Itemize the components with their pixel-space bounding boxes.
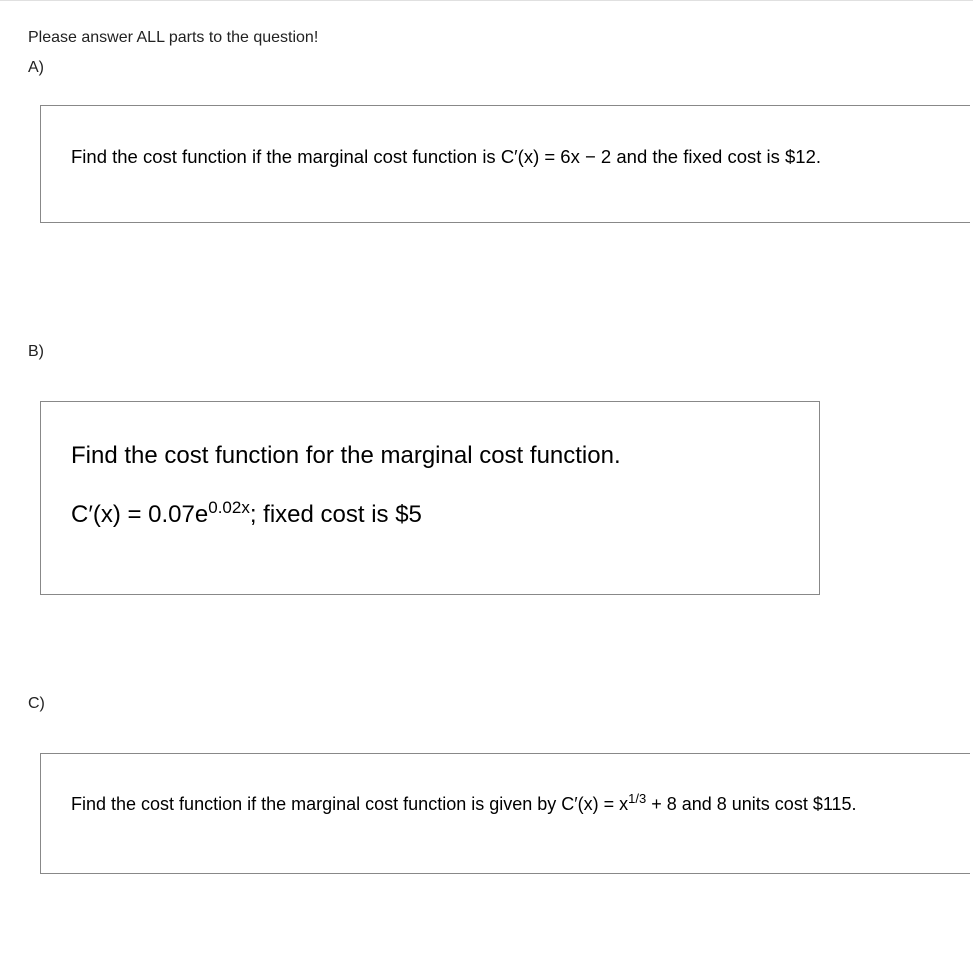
question-page: Please answer ALL parts to the question!… bbox=[0, 0, 973, 874]
part-b-eq-sup: 0.02x bbox=[208, 498, 250, 517]
part-b-eq-pre: C′(x) = 0.07e bbox=[71, 501, 208, 528]
part-c-label: C) bbox=[28, 695, 973, 713]
part-a-box: Find the cost function if the marginal c… bbox=[40, 105, 970, 223]
part-b-eq-post: ; fixed cost is $5 bbox=[250, 501, 422, 528]
part-c-question: Find the cost function if the marginal c… bbox=[71, 789, 940, 819]
part-b-box: Find the cost function for the marginal … bbox=[40, 401, 820, 595]
part-b-label: B) bbox=[28, 343, 973, 361]
part-a-question: Find the cost function if the marginal c… bbox=[71, 142, 940, 172]
part-b-line2: C′(x) = 0.07e0.02x; fixed cost is $5 bbox=[71, 498, 789, 529]
part-a-label: A) bbox=[28, 59, 973, 77]
part-b-line1: Find the cost function for the marginal … bbox=[71, 442, 789, 470]
instruction-text: Please answer ALL parts to the question! bbox=[28, 29, 973, 47]
part-c-eq-sup: 1/3 bbox=[628, 791, 646, 806]
part-c-box: Find the cost function if the marginal c… bbox=[40, 753, 970, 875]
part-c-eq-post: + 8 and 8 units cost $115. bbox=[646, 794, 856, 814]
part-c-eq-pre: Find the cost function if the marginal c… bbox=[71, 794, 628, 814]
